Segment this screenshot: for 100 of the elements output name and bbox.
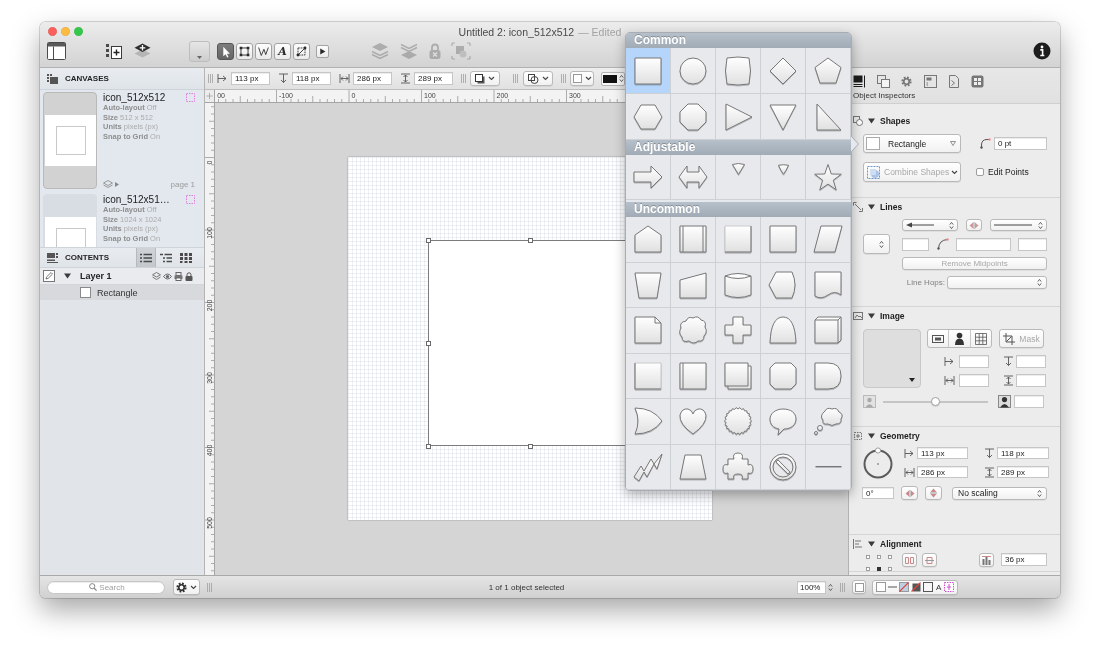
tool-button[interactable]: [316, 44, 329, 58]
swap-button[interactable]: [966, 219, 982, 231]
anchor-point-icon[interactable]: [888, 567, 892, 571]
new-canvas-icon[interactable]: [106, 43, 122, 59]
selection-handle[interactable]: [527, 443, 533, 449]
input-field[interactable]: [902, 237, 929, 251]
shape-option[interactable]: [671, 94, 716, 140]
color-well[interactable]: [601, 71, 625, 86]
shape-option[interactable]: [806, 399, 851, 445]
shape-option[interactable]: [761, 399, 806, 445]
width-field[interactable]: 286 px: [917, 466, 968, 478]
tool-button[interactable]: [217, 42, 234, 60]
tool-button[interactable]: [293, 42, 310, 60]
input-field[interactable]: [1014, 395, 1044, 408]
shape-option[interactable]: [671, 155, 716, 200]
shape-option[interactable]: [626, 94, 671, 140]
canvas-name[interactable]: icon_512x512: [103, 91, 166, 103]
shape-option[interactable]: [626, 155, 671, 200]
arrowhead-popup[interactable]: [902, 219, 958, 231]
shape-option[interactable]: [671, 262, 716, 308]
x-field[interactable]: 113 px: [917, 447, 968, 459]
shape-option[interactable]: [806, 155, 851, 200]
shape-option[interactable]: [806, 94, 851, 140]
shape-option[interactable]: [716, 262, 761, 308]
rotation-field[interactable]: 0°: [862, 487, 894, 499]
shape-option[interactable]: [626, 399, 671, 445]
view-button[interactable]: [136, 248, 156, 267]
selection-handle[interactable]: [527, 237, 533, 243]
object-row[interactable]: Rectangle: [40, 285, 204, 300]
panel-icon[interactable]: [853, 74, 866, 88]
action-menu-button[interactable]: [173, 579, 200, 595]
line-style-popup[interactable]: [990, 219, 1047, 231]
style-well-button[interactable]: [189, 40, 210, 62]
layers-icon[interactable]: [103, 179, 113, 189]
shape-option[interactable]: [671, 353, 716, 399]
thumbnail-drawing[interactable]: [43, 92, 97, 189]
tool-button[interactable]: [255, 42, 272, 60]
rotation-dial[interactable]: [863, 446, 893, 480]
shape-option[interactable]: [716, 308, 761, 354]
disclosure-triangle-icon[interactable]: [868, 313, 875, 319]
shape-option[interactable]: [761, 94, 806, 140]
shape-option[interactable]: [626, 444, 671, 490]
shape-option[interactable]: [671, 308, 716, 354]
shadow-popup[interactable]: [470, 71, 500, 86]
shape-option[interactable]: [806, 217, 851, 263]
align-button[interactable]: [902, 553, 917, 567]
search-field[interactable]: Search: [47, 580, 165, 594]
y-field[interactable]: 118 px: [997, 447, 1049, 459]
flip-vertical-button[interactable]: [925, 486, 942, 500]
style-bar[interactable]: A: [872, 579, 959, 595]
input-field[interactable]: [1018, 237, 1047, 251]
lock-icon[interactable]: [185, 271, 193, 281]
distribute-button[interactable]: [979, 553, 994, 567]
selection-handle[interactable]: [425, 443, 431, 449]
segmented-control[interactable]: [927, 329, 992, 348]
shape-option[interactable]: [761, 353, 806, 399]
grid-icon[interactable]: [970, 74, 984, 88]
shape-option[interactable]: [671, 48, 716, 94]
shape-option[interactable]: [716, 353, 761, 399]
shape-option[interactable]: [806, 308, 851, 354]
shape-option[interactable]: [671, 444, 716, 490]
disclosure-triangle-icon[interactable]: [868, 541, 875, 547]
new-layer-icon[interactable]: [134, 43, 151, 59]
anchor-point-icon[interactable]: [888, 555, 892, 559]
y-field[interactable]: 118 px: [292, 72, 331, 85]
align-button[interactable]: [922, 553, 937, 567]
anchor-point-icon[interactable]: [877, 555, 881, 559]
pencil-icon[interactable]: [43, 270, 55, 282]
input-field[interactable]: [959, 355, 989, 368]
disclosure-triangle-icon[interactable]: [64, 273, 71, 279]
style-swatch-button[interactable]: [852, 580, 866, 594]
flip-horizontal-button[interactable]: [901, 486, 918, 500]
close-icon[interactable]: [48, 27, 57, 36]
layer-row[interactable]: Layer 1: [40, 268, 204, 285]
input-field[interactable]: [1016, 374, 1046, 387]
text-style-button[interactable]: A: [935, 582, 943, 592]
shape-option[interactable]: [761, 444, 806, 490]
canvas-layout-icon[interactable]: [923, 74, 937, 88]
overlapping-squares-icon[interactable]: [876, 74, 890, 88]
shape-option[interactable]: [626, 217, 671, 263]
shape-option[interactable]: [761, 308, 806, 354]
shape-option[interactable]: [806, 444, 851, 490]
shape-option[interactable]: [761, 262, 806, 308]
canvas-name[interactable]: icon_512x51…: [103, 193, 170, 205]
zoom-field[interactable]: 100%: [797, 580, 826, 594]
selection-handle[interactable]: [425, 237, 431, 243]
anchor-point-icon[interactable]: [866, 555, 870, 559]
shape-option[interactable]: [716, 444, 761, 490]
eye-icon[interactable]: [163, 271, 172, 281]
disclosure-triangle-icon[interactable]: [868, 433, 875, 439]
input-field[interactable]: [959, 374, 989, 387]
shape-option[interactable]: [806, 262, 851, 308]
spacing-field[interactable]: 36 px: [1001, 553, 1047, 566]
x-field[interactable]: 113 px: [231, 72, 270, 85]
shape-option[interactable]: [626, 262, 671, 308]
height-field[interactable]: 289 px: [997, 466, 1049, 478]
disclosure-triangle-icon[interactable]: [868, 118, 875, 124]
scaling-popup[interactable]: No scaling: [952, 486, 1047, 500]
shape-option[interactable]: [716, 94, 761, 140]
selection-handle[interactable]: [425, 340, 431, 346]
